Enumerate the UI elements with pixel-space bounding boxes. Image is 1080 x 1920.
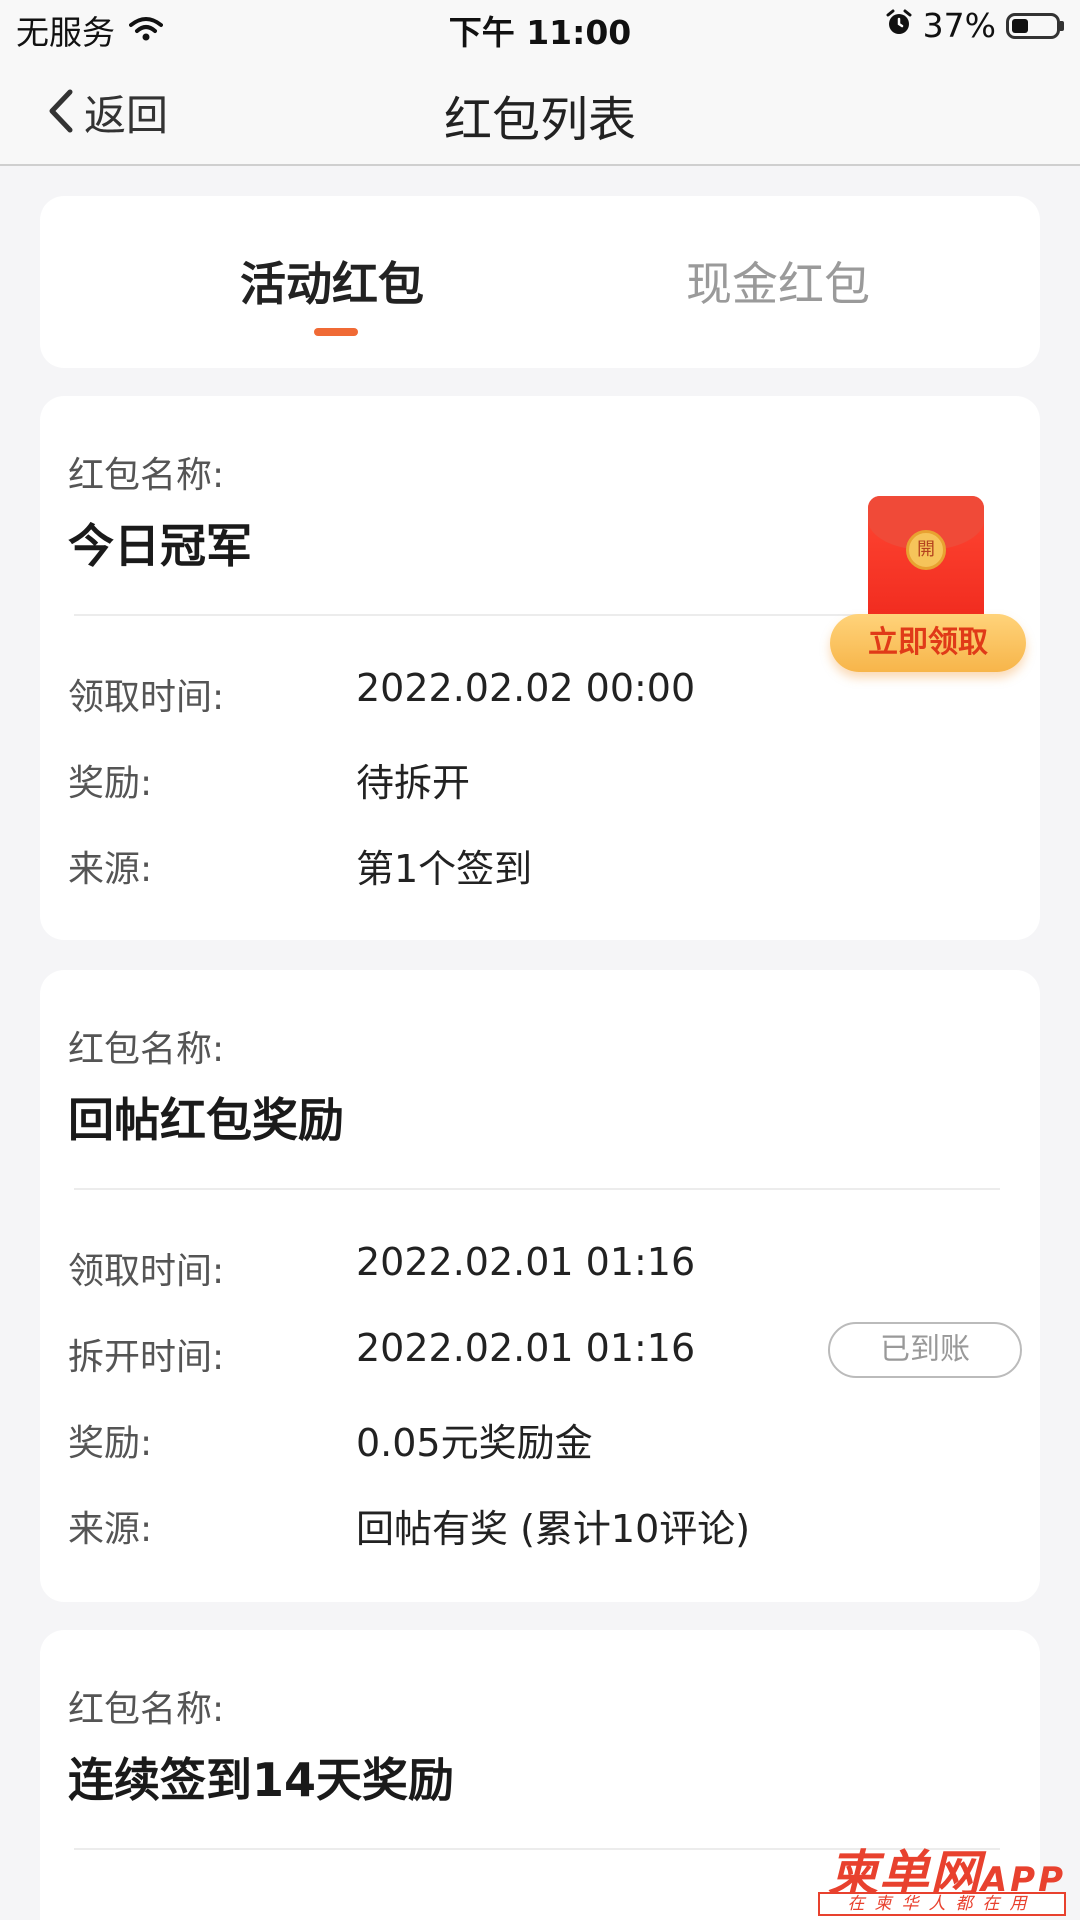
row-value-open-time: 2022.02.01 01:16: [356, 1326, 696, 1370]
row-value-receive-time: 2022.02.02 00:00: [356, 666, 696, 710]
redpacket-card: 红包名称: 回帖红包奖励 领取时间: 2022.02.01 01:16 拆开时间…: [40, 970, 1040, 1602]
nav-bar: 返回 红包列表: [0, 56, 1080, 166]
tabs-card: 活动红包 现金红包: [40, 196, 1040, 368]
page-title: 红包列表: [443, 92, 636, 148]
status-right: 37%: [885, 6, 1064, 45]
row-label-receive-time: 领取时间:: [68, 1251, 225, 1292]
redpacket-name: 回帖红包奖励: [68, 1093, 344, 1147]
tab-cash-redpacket[interactable]: 现金红包: [686, 248, 870, 314]
row-label-reward: 奖励:: [68, 1423, 153, 1464]
open-coin-icon: 開: [906, 530, 946, 570]
active-tab-indicator: [314, 328, 358, 336]
row-label-source: 来源:: [68, 1509, 153, 1550]
divider: [74, 1188, 1000, 1190]
row-value-receive-time: 2022.02.01 01:16: [356, 1240, 696, 1284]
row-value-source: 回帖有奖 (累计10评论): [356, 1507, 751, 1551]
brand-watermark: 柬单网APP 在柬华人都在用: [810, 1834, 1066, 1916]
status-badge-credited: 已到账: [828, 1322, 1022, 1378]
redpacket-name: 今日冠军: [68, 519, 252, 573]
row-value-source: 第1个签到: [356, 847, 533, 891]
alarm-icon: [885, 6, 913, 45]
row-label-open-time: 拆开时间:: [68, 1337, 225, 1378]
row-value-reward: 待拆开: [356, 761, 471, 805]
battery-fill: [1012, 18, 1028, 33]
row-label-reward: 奖励:: [68, 763, 153, 804]
red-envelope-icon: 開: [868, 496, 984, 626]
watermark-slogan: 在柬华人都在用: [818, 1892, 1066, 1916]
name-label: 红包名称:: [68, 455, 225, 496]
row-label-source: 来源:: [68, 849, 153, 890]
battery-icon: [1006, 12, 1064, 39]
redpacket-name: 连续签到14天奖励: [68, 1753, 455, 1807]
row-value-reward: 0.05元奖励金: [356, 1421, 593, 1465]
status-bar: 无服务 下午 11:00 37%: [0, 0, 1080, 56]
claim-redpacket-button[interactable]: 開 立即领取: [830, 496, 1026, 686]
claim-button-label: 立即领取: [830, 614, 1026, 672]
battery-tip: [1060, 20, 1064, 31]
battery-body: [1006, 12, 1060, 39]
battery-percent: 37%: [922, 6, 996, 45]
row-label-receive-time: 领取时间:: [68, 677, 225, 718]
name-label: 红包名称:: [68, 1689, 225, 1730]
name-label: 红包名称:: [68, 1029, 225, 1070]
tab-activity-redpacket[interactable]: 活动红包: [240, 248, 424, 314]
